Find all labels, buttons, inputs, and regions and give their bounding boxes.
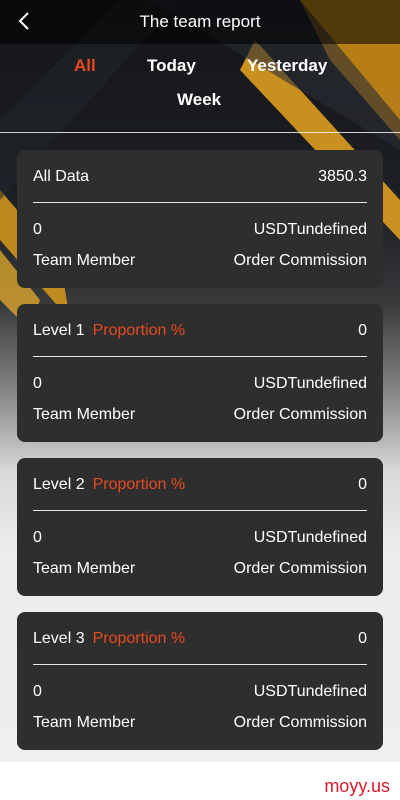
level-card-1: Level 1 Proportion % 0 0 USDTundefined Te… [17,304,383,442]
commission-value: USDTundefined [253,375,367,392]
team-count: 0 [33,221,42,238]
summary-label: All Data [33,168,90,185]
proportion-value: 0 [358,476,367,493]
watermark: moyy.us [324,776,390,796]
team-count: 0 [33,375,42,392]
team-count: 0 [33,683,42,700]
proportion-label: Proportion % [92,630,186,647]
team-count: 0 [33,529,42,546]
card-divider [33,664,367,665]
header-bar: The team report [0,0,400,44]
summary-value: 3850.3 [318,168,367,185]
footer: moyy.us [0,762,400,800]
proportion-label: Proportion % [92,322,186,339]
summary-card: All Data 3850.3 0 USDTundefined Team Mem… [17,150,383,288]
tab-week[interactable]: Week [177,90,221,110]
level-label: Level 3 [33,630,85,647]
tabs-divider [0,132,400,133]
team-member-label: Team Member [33,252,136,269]
order-commission-label: Order Commission [233,406,367,423]
proportion-label: Proportion % [92,476,186,493]
tab-all[interactable]: All [74,56,96,76]
page-title: The team report [139,12,261,31]
order-commission-label: Order Commission [233,714,367,731]
level-label: Level 1 [33,322,85,339]
team-member-label: Team Member [33,406,136,423]
level-card-3: Level 3 Proportion % 0 0 USDTundefined Te… [17,612,383,750]
proportion-value: 0 [358,630,367,647]
tab-yesterday[interactable]: Yesterday [247,56,327,76]
card-divider [33,356,367,357]
commission-value: USDTundefined [253,529,367,546]
order-commission-label: Order Commission [233,252,367,269]
card-divider [33,510,367,511]
commission-value: USDTundefined [253,221,367,238]
proportion-value: 0 [358,322,367,339]
period-tabs: All Today Yesterday Week [0,54,400,118]
card-divider [33,202,367,203]
team-member-label: Team Member [33,714,136,731]
level-card-2: Level 2 Proportion % 0 0 USDTundefined Te… [17,458,383,596]
team-member-label: Team Member [33,560,136,577]
tab-today[interactable]: Today [147,56,196,76]
level-label: Level 2 [33,476,85,493]
commission-value: USDTundefined [253,683,367,700]
order-commission-label: Order Commission [233,560,367,577]
